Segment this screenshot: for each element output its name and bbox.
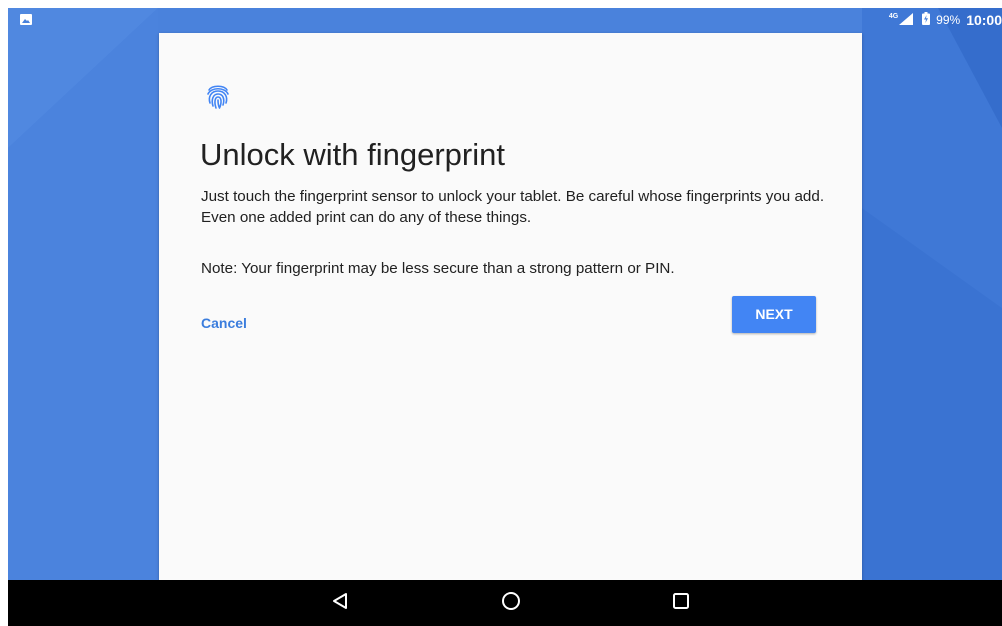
description-text: Just touch the fingerprint sensor to unl…: [201, 188, 825, 226]
battery-charging-icon: [922, 12, 936, 28]
back-button[interactable]: [325, 588, 355, 618]
back-icon: [332, 592, 348, 615]
navigation-bar: [8, 580, 1002, 626]
tablet-screen: 4G 99% 10:00 Unlock with fingerprint Jus…: [8, 8, 1002, 626]
page-title: Unlock with fingerprint: [200, 137, 505, 172]
status-bar: 4G 99% 10:00: [8, 8, 1002, 32]
cancel-button[interactable]: Cancel: [201, 305, 273, 341]
fingerprint-icon: [203, 81, 233, 111]
image-icon: [20, 14, 32, 25]
home-icon: [501, 591, 521, 616]
security-note: Note: Your fingerprint may be less secur…: [201, 260, 675, 277]
fingerprint-setup-card: Unlock with fingerprint Just touch the f…: [159, 33, 862, 580]
signal-icon: [899, 12, 922, 28]
recents-icon: [672, 592, 690, 615]
recents-button[interactable]: [666, 588, 696, 618]
next-button[interactable]: NEXT: [732, 296, 816, 333]
status-indicators: 4G 99% 10:00: [889, 12, 1002, 28]
battery-percent: 99%: [936, 13, 961, 27]
clock: 10:00: [966, 12, 1002, 28]
network-type: 4G: [888, 12, 899, 20]
home-button[interactable]: [496, 588, 526, 618]
